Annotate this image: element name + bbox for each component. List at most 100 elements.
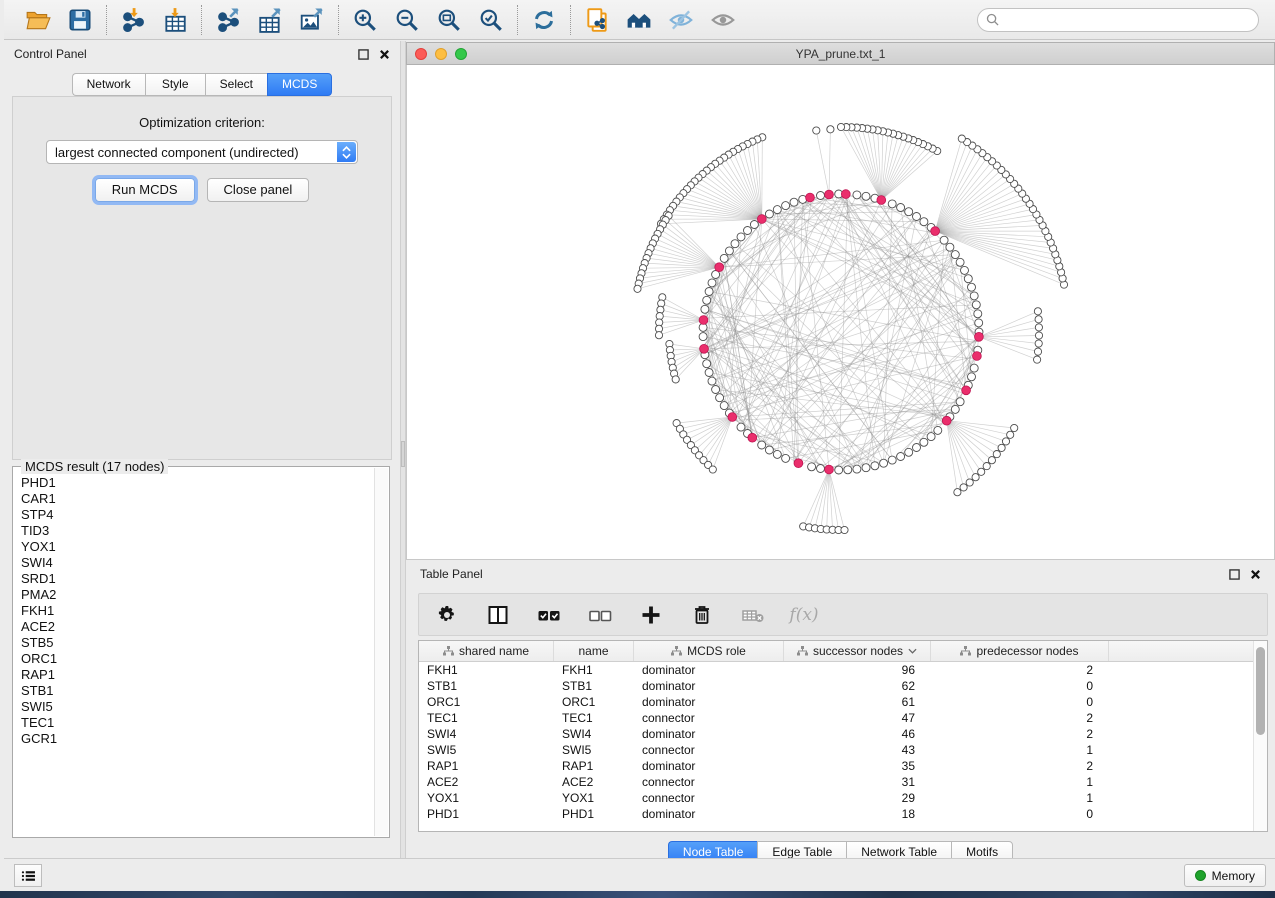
export-network-icon[interactable] [214, 6, 242, 34]
table-row[interactable]: STB1STB1dominator620 [419, 678, 1253, 694]
cell-shared_name: STB1 [419, 679, 554, 693]
node-table[interactable]: shared namenameMCDS rolesuccessor nodesp… [418, 640, 1268, 832]
table-row[interactable]: RAP1RAP1dominator352 [419, 758, 1253, 774]
node-table-header[interactable]: shared namenameMCDS rolesuccessor nodesp… [419, 641, 1267, 662]
table-row[interactable]: FKH1FKH1dominator962 [419, 662, 1253, 678]
show-all-icon[interactable] [709, 6, 737, 34]
memory-status-icon [1195, 870, 1206, 881]
criterion-value: largest connected component (undirected) [55, 145, 299, 160]
network-titlebar[interactable]: YPA_prune.txt_1 [406, 42, 1275, 65]
cell-mcds_role: connector [634, 743, 784, 757]
settings-gear-icon[interactable] [435, 603, 459, 627]
result-list-item[interactable]: STB5 [21, 635, 374, 651]
zoom-fit-icon[interactable] [435, 6, 463, 34]
task-list-icon [21, 870, 36, 882]
table-row[interactable]: SWI4SWI4dominator462 [419, 726, 1253, 742]
cell-mcds_role: dominator [634, 807, 784, 821]
column-header-MCDS-role[interactable]: MCDS role [634, 641, 784, 661]
export-table-icon[interactable] [256, 6, 284, 34]
mcds-result-scrollbar[interactable] [374, 468, 388, 836]
float-panel-icon[interactable] [358, 49, 369, 60]
result-list-item[interactable]: YOX1 [21, 539, 374, 555]
tab-network[interactable]: Network [72, 73, 145, 96]
table-scrollbar-thumb[interactable] [1256, 647, 1265, 735]
task-history-button[interactable] [14, 864, 42, 887]
close-panel-icon[interactable] [379, 49, 390, 60]
desktop-wallpaper-left [0, 0, 4, 898]
import-network-icon[interactable] [119, 6, 147, 34]
result-list-item[interactable]: TID3 [21, 523, 374, 539]
result-list-item[interactable]: PMA2 [21, 587, 374, 603]
tab-style[interactable]: Style [145, 73, 205, 96]
select-all-icon[interactable] [537, 603, 561, 627]
column-header-successor-nodes[interactable]: successor nodes [784, 641, 931, 661]
save-session-icon[interactable] [66, 6, 94, 34]
search-field[interactable] [977, 8, 1259, 32]
cell-shared_name: YOX1 [419, 791, 554, 805]
table-row[interactable]: ORC1ORC1dominator610 [419, 694, 1253, 710]
first-neighbors-icon[interactable] [625, 6, 653, 34]
show-column-icon[interactable] [486, 603, 510, 627]
mcds-result-list[interactable]: PHD1CAR1STP4TID3YOX1SWI4SRD1PMA2FKH1ACE2… [14, 468, 374, 836]
close-table-panel-icon[interactable] [1250, 569, 1261, 580]
zoom-selected-icon[interactable] [477, 6, 505, 34]
result-list-item[interactable]: GCR1 [21, 731, 374, 747]
column-header-predecessor-nodes[interactable]: predecessor nodes [931, 641, 1109, 661]
table-row[interactable]: TEC1TEC1connector472 [419, 710, 1253, 726]
network-title: YPA_prune.txt_1 [407, 47, 1274, 61]
splitter-handle[interactable] [401, 441, 405, 467]
result-list-item[interactable]: TEC1 [21, 715, 374, 731]
table-row[interactable]: PHD1PHD1dominator180 [419, 806, 1253, 822]
result-list-item[interactable]: PHD1 [21, 475, 374, 491]
result-list-item[interactable]: ACE2 [21, 619, 374, 635]
deselect-all-icon[interactable] [588, 603, 612, 627]
duplicate-network-icon[interactable] [583, 6, 611, 34]
hide-selected-icon[interactable] [667, 6, 695, 34]
table-row[interactable]: YOX1YOX1connector291 [419, 790, 1253, 806]
table-scrollbar[interactable] [1253, 641, 1267, 831]
tab-select[interactable]: Select [205, 73, 267, 96]
result-list-item[interactable]: SWI4 [21, 555, 374, 571]
zoom-in-icon[interactable] [351, 6, 379, 34]
cell-shared_name: FKH1 [419, 663, 554, 677]
result-list-item[interactable]: STP4 [21, 507, 374, 523]
result-list-item[interactable]: ORC1 [21, 651, 374, 667]
result-list-item[interactable]: RAP1 [21, 667, 374, 683]
sort-descending-icon [908, 648, 917, 654]
tab-mcds[interactable]: MCDS [267, 73, 332, 96]
delete-column-icon[interactable] [690, 603, 714, 627]
main-toolbar [4, 0, 1275, 40]
add-column-icon[interactable] [639, 603, 663, 627]
close-panel-button[interactable]: Close panel [207, 178, 310, 202]
result-list-item[interactable]: CAR1 [21, 491, 374, 507]
import-table-icon[interactable] [161, 6, 189, 34]
open-file-icon[interactable] [24, 6, 52, 34]
memory-button[interactable]: Memory [1184, 864, 1266, 887]
column-header-name[interactable]: name [554, 641, 634, 661]
float-table-panel-icon[interactable] [1229, 569, 1240, 580]
table-panel-title: Table Panel [420, 567, 483, 581]
node-table-rows[interactable]: FKH1FKH1dominator962STB1STB1dominator620… [419, 662, 1253, 831]
search-input[interactable] [1004, 13, 1250, 27]
table-row[interactable]: SWI5SWI5connector431 [419, 742, 1253, 758]
column-header-shared-name[interactable]: shared name [419, 641, 554, 661]
run-mcds-button[interactable]: Run MCDS [95, 178, 195, 202]
result-list-item[interactable]: SRD1 [21, 571, 374, 587]
cell-mcds_role: dominator [634, 679, 784, 693]
result-list-item[interactable]: SWI5 [21, 699, 374, 715]
cell-name: ORC1 [554, 695, 634, 709]
result-list-item[interactable]: STB1 [21, 683, 374, 699]
cell-mcds_role: connector [634, 775, 784, 789]
result-list-item[interactable]: FKH1 [21, 603, 374, 619]
table-row[interactable]: ACE2ACE2connector311 [419, 774, 1253, 790]
status-bar: Memory [4, 858, 1275, 891]
refresh-view-icon[interactable] [530, 6, 558, 34]
cell-name: RAP1 [554, 759, 634, 773]
export-image-icon[interactable] [298, 6, 326, 34]
network-canvas[interactable] [406, 65, 1275, 560]
cell-mcds_role: dominator [634, 727, 784, 741]
cell-shared_name: SWI4 [419, 727, 554, 741]
zoom-out-icon[interactable] [393, 6, 421, 34]
cell-mcds_role: dominator [634, 663, 784, 677]
criterion-dropdown[interactable]: largest connected component (undirected) [46, 140, 358, 164]
